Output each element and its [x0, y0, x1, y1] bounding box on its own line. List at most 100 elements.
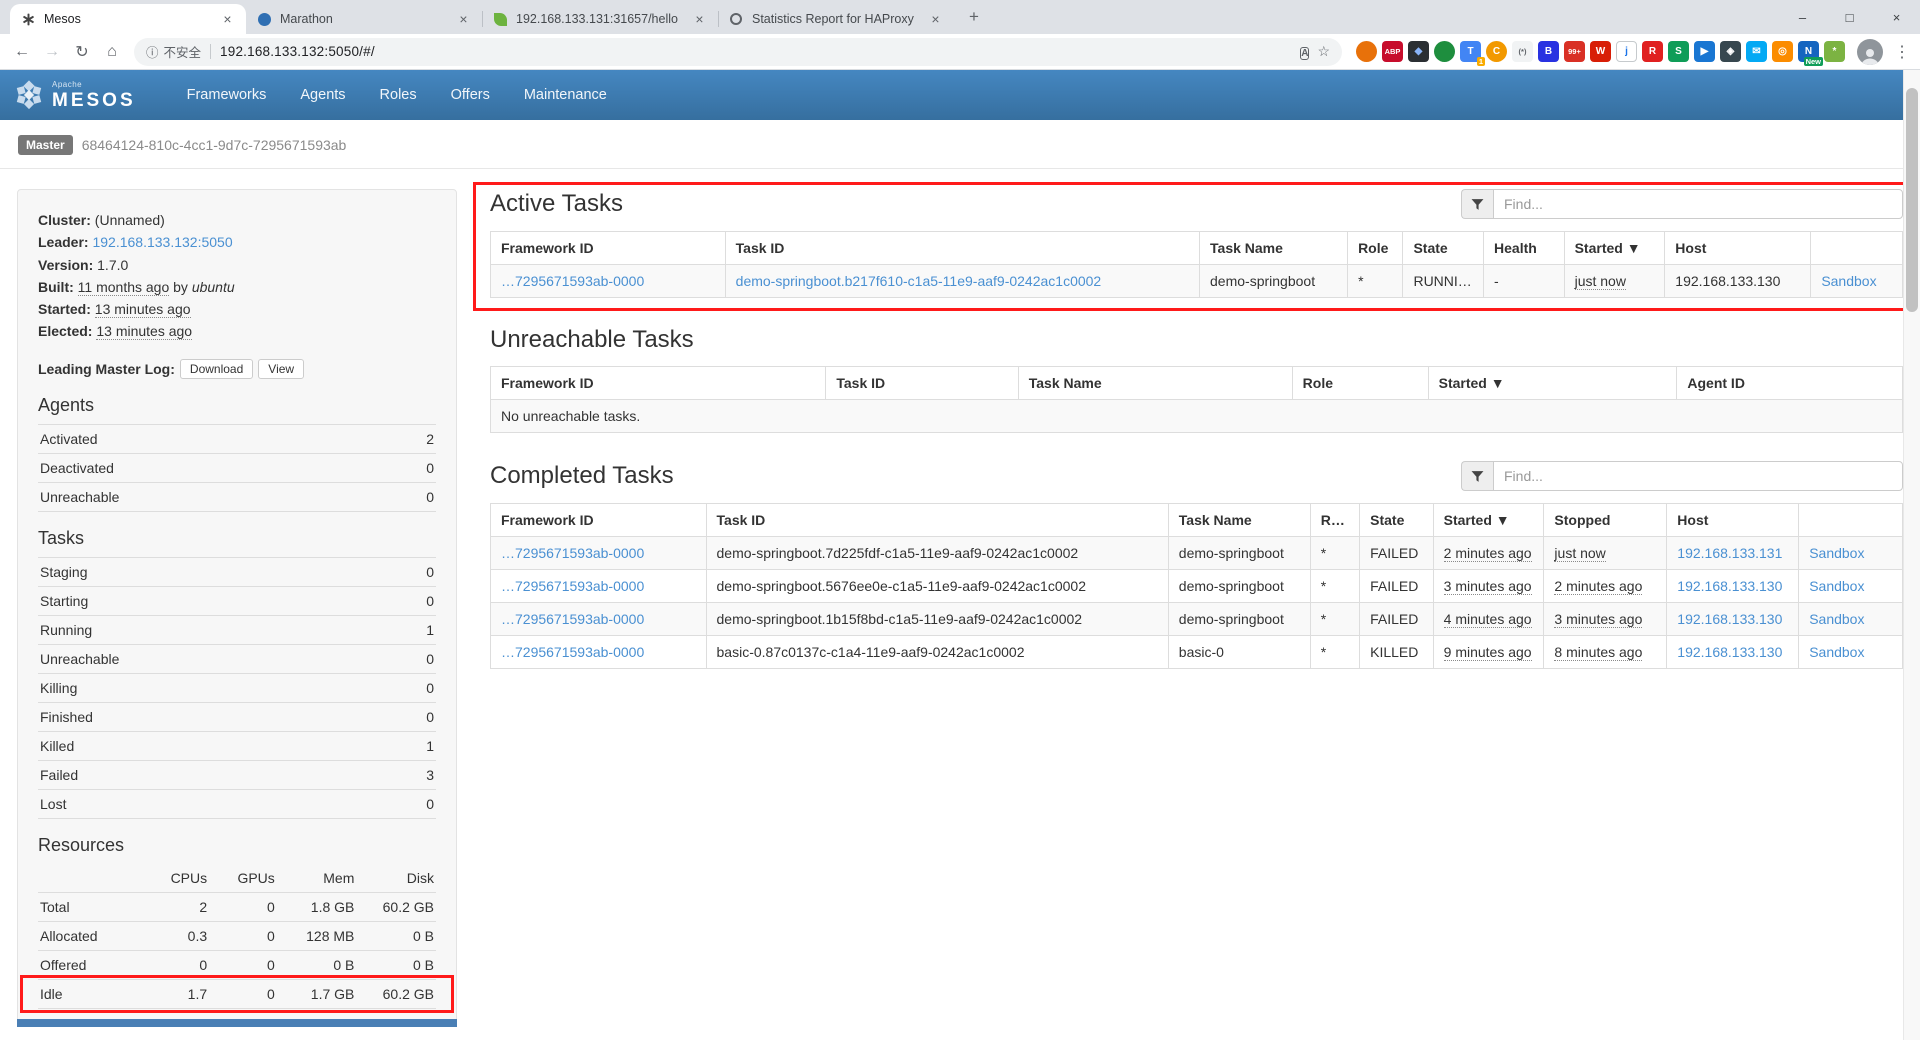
host-link[interactable]: 192.168.133.130 [1677, 611, 1782, 627]
framework-link[interactable]: …7295671593ab-0000 [501, 273, 644, 289]
filter-funnel-icon[interactable] [1461, 189, 1493, 219]
active-tasks-section: Active Tasks Framework ID Task ID Task N… [490, 189, 1903, 298]
framework-link[interactable]: …7295671593ab-0000 [501, 545, 644, 561]
sandbox-link[interactable]: Sandbox [1809, 545, 1864, 561]
sandbox-link[interactable]: Sandbox [1809, 578, 1864, 594]
extension-blue-outline-j[interactable]: j [1616, 41, 1637, 62]
extension-red-circle[interactable] [1356, 41, 1377, 62]
task-id-link[interactable]: demo-springboot.b217f610-c1a5-11e9-aaf9-… [736, 273, 1102, 289]
tab-close-icon[interactable]: × [927, 11, 944, 28]
extension-red-w[interactable]: W [1590, 41, 1611, 62]
table-header-row: Framework ID Task ID Task Name Role Star… [491, 367, 1903, 400]
cluster-line: Cluster: (Unnamed) [38, 210, 436, 230]
scrollbar-thumb[interactable] [1906, 88, 1918, 312]
sandbox-link[interactable]: Sandbox [1809, 611, 1864, 627]
spring-favicon [494, 13, 507, 26]
log-download-button[interactable]: Download [180, 359, 253, 379]
table-row: Killing0 [38, 673, 436, 702]
extension-translate-blue-badge: 1 [1477, 57, 1485, 67]
tab-mesos[interactable]: Mesos × [10, 4, 246, 34]
framework-link[interactable]: …7295671593ab-0000 [501, 644, 644, 660]
profile-avatar[interactable] [1857, 39, 1883, 65]
extension-green-circle[interactable] [1434, 41, 1455, 62]
nav-item-offers[interactable]: Offers [434, 70, 507, 120]
window-minimize-icon[interactable]: – [1779, 0, 1826, 34]
table-header-row: CPUs GPUs Mem Disk [38, 864, 436, 893]
extension-badge-99[interactable]: 99+ [1564, 41, 1585, 62]
empty-row: No unreachable tasks. [491, 400, 1903, 433]
resources-table: CPUs GPUs Mem Disk Total201.8 GB60.2 GB … [38, 864, 436, 1009]
browser-toolbar: ← → ↻ ⌂ ⓘ 不安全 192.168.133.132:5050/#/ A … [0, 34, 1920, 70]
home-icon[interactable]: ⌂ [98, 38, 126, 66]
forward-icon[interactable]: → [38, 38, 66, 66]
host-link[interactable]: 192.168.133.130 [1677, 644, 1782, 660]
extension-dark-tool[interactable]: ◆ [1408, 41, 1429, 62]
extension-blue-mail[interactable]: ✉ [1746, 41, 1767, 62]
extension-orange-target[interactable]: ◎ [1772, 41, 1793, 62]
built-line: Built: 11 months ago by ubuntu [38, 277, 436, 297]
url-text[interactable]: 192.168.133.132:5050/#/ [220, 44, 1292, 59]
nav-item-roles[interactable]: Roles [363, 70, 434, 120]
extension-blue-b[interactable]: B [1538, 41, 1559, 62]
table-row: Unreachable0 [38, 644, 436, 673]
nav-item-agents[interactable]: Agents [283, 70, 362, 120]
tab-close-icon[interactable]: × [691, 11, 708, 28]
table-row: Lost0 [38, 789, 436, 818]
find-input[interactable] [1493, 461, 1903, 491]
back-icon[interactable]: ← [8, 38, 36, 66]
nav-item-frameworks[interactable]: Frameworks [170, 70, 284, 120]
sort-header-started[interactable]: Started ▼ [1428, 367, 1677, 400]
browser-tabstrip: Mesos × Marathon × 192.168.133.131:31657… [0, 0, 1920, 34]
extension-translate-blue[interactable]: T1 [1460, 41, 1481, 62]
browser-menu-icon[interactable]: ⋮ [1889, 42, 1915, 62]
leader-link[interactable]: 192.168.133.132:5050 [92, 234, 232, 250]
new-tab-button[interactable]: + [960, 3, 988, 31]
sandbox-link[interactable]: Sandbox [1809, 644, 1864, 660]
window-maximize-icon[interactable]: □ [1826, 0, 1873, 34]
host-link[interactable]: 192.168.133.130 [1677, 578, 1782, 594]
bookmark-star-icon[interactable]: ☆ [1317, 43, 1330, 60]
window-close-icon[interactable]: × [1873, 0, 1920, 34]
filter-funnel-icon[interactable] [1461, 461, 1493, 491]
extension-paren-star[interactable]: (*) [1512, 41, 1533, 62]
page-content: Cluster: (Unnamed) Leader: 192.168.133.1… [0, 169, 1920, 1027]
find-input[interactable] [1493, 189, 1903, 219]
nav-item-maintenance[interactable]: Maintenance [507, 70, 624, 120]
framework-link[interactable]: …7295671593ab-0000 [501, 611, 644, 627]
completed-tasks-filter [1461, 461, 1903, 491]
reload-icon[interactable]: ↻ [68, 38, 96, 66]
tab-marathon[interactable]: Marathon × [246, 4, 482, 34]
extension-dark-navy[interactable]: ◈ [1720, 41, 1741, 62]
extension-orange-c[interactable]: C [1486, 41, 1507, 62]
info-icon[interactable]: ⓘ [146, 42, 159, 61]
started-line: Started: 13 minutes ago [38, 299, 436, 319]
table-row: Offered000 B0 B [38, 950, 436, 979]
tab-close-icon[interactable]: × [455, 11, 472, 28]
active-tasks-title: Active Tasks [490, 190, 623, 218]
mesos-brand[interactable]: Apache MESOS [14, 80, 136, 110]
address-bar[interactable]: ⓘ 不安全 192.168.133.132:5050/#/ A ☆ [134, 38, 1342, 66]
extension-blue-n-new[interactable]: NNew [1798, 41, 1819, 62]
tab-haproxy-stats[interactable]: Statistics Report for HAProxy × [718, 4, 954, 34]
sandbox-link[interactable]: Sandbox [1821, 273, 1876, 289]
framework-link[interactable]: …7295671593ab-0000 [501, 578, 644, 594]
table-row: Running1 [38, 615, 436, 644]
host-link[interactable]: 192.168.133.131 [1677, 545, 1782, 561]
tasks-heading: Tasks [38, 528, 436, 549]
extension-red-r[interactable]: R [1642, 41, 1663, 62]
translate-icon[interactable]: A [1300, 47, 1309, 60]
table-row: …7295671593ab-0000 demo-springboot.5676e… [491, 570, 1903, 603]
completed-tasks-table: Framework ID Task ID Task Name Role Stat… [490, 503, 1903, 669]
extension-blue-play[interactable]: ▶ [1694, 41, 1715, 62]
extension-abp-shield[interactable]: ABP [1382, 41, 1403, 62]
sort-header-started[interactable]: Started ▼ [1433, 504, 1544, 537]
sort-header-started[interactable]: Started ▼ [1564, 232, 1665, 265]
log-view-button[interactable]: View [258, 359, 304, 379]
page-scrollbar[interactable] [1903, 70, 1920, 1040]
tab-close-icon[interactable]: × [219, 11, 236, 28]
extension-green-star[interactable]: * [1824, 41, 1845, 62]
tab-title: Marathon [280, 12, 455, 26]
marathon-favicon [258, 13, 271, 26]
tab-hello-service[interactable]: 192.168.133.131:31657/hello × [482, 4, 718, 34]
extension-green-s[interactable]: S [1668, 41, 1689, 62]
